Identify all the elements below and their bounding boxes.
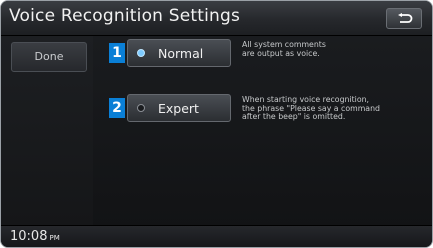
status-bar: 10:08 PM xyxy=(1,225,432,247)
option-description: When starting voice recognition, the phr… xyxy=(242,95,430,122)
settings-content: Done 1 Normal All system comments are ou… xyxy=(1,36,432,228)
radio-selected-icon xyxy=(137,49,145,57)
option-label: Expert xyxy=(158,101,199,116)
description-line: after the beep" is omitted. xyxy=(242,112,346,121)
back-arrow-icon xyxy=(398,13,413,23)
option-expert-button[interactable]: Expert xyxy=(127,94,231,122)
radio-unselected-icon xyxy=(137,104,145,112)
option-number-badge: 2 xyxy=(109,98,125,118)
option-normal-button[interactable]: Normal xyxy=(127,39,231,67)
title-bar: Voice Recognition Settings xyxy=(1,1,432,36)
left-panel: Done xyxy=(1,36,93,228)
back-button[interactable] xyxy=(386,8,422,29)
clock-ampm: PM xyxy=(49,234,60,242)
description-line: are output as voice. xyxy=(242,48,320,58)
voice-recognition-settings-screen: Voice Recognition Settings Done 1 Normal… xyxy=(0,0,433,248)
option-number-badge: 1 xyxy=(109,43,125,63)
done-button[interactable]: Done xyxy=(11,42,87,72)
clock: 10:08 PM xyxy=(10,229,60,244)
option-label: Normal xyxy=(158,46,204,61)
page-title: Voice Recognition Settings xyxy=(9,6,241,26)
option-description: All system comments are output as voice. xyxy=(242,40,430,58)
clock-time: 10:08 xyxy=(10,229,48,244)
